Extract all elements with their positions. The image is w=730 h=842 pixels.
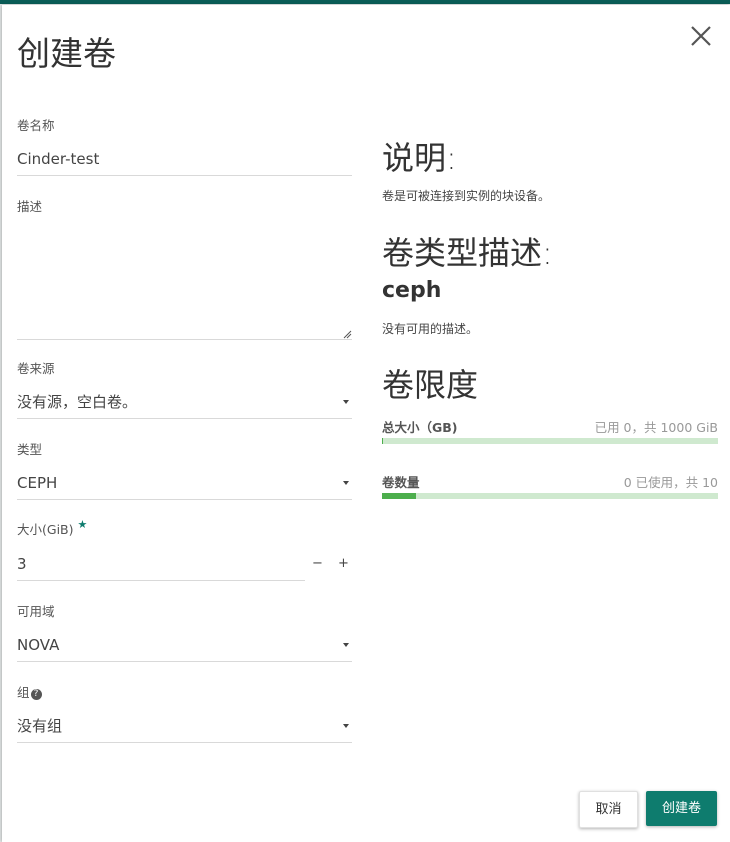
chevron-down-icon	[343, 400, 349, 404]
size-label: 大小(GiB) ★	[17, 518, 88, 538]
chevron-down-icon	[343, 481, 349, 485]
group-select[interactable]: 没有组	[17, 710, 352, 743]
availability-zone-select[interactable]: NOVA	[17, 629, 352, 662]
limits-heading: 卷限度	[382, 366, 479, 404]
size-value: 3	[17, 555, 27, 573]
chevron-down-icon	[343, 724, 349, 728]
chevron-down-icon	[343, 643, 349, 647]
question-circle-icon[interactable]: ?	[30, 689, 42, 700]
volume-count-progress-bar	[382, 493, 718, 499]
size-increment-button[interactable]: +	[338, 556, 349, 571]
volume-count-value: 0 已使用，共 10	[623, 475, 718, 490]
name-label: 卷名称	[17, 118, 55, 133]
source-label: 卷来源	[17, 361, 55, 376]
description-textarea[interactable]	[17, 226, 352, 340]
type-label: 类型	[17, 442, 43, 457]
modal-title: 创建卷	[17, 34, 116, 73]
info-text: 卷是可被连接到实例的块设备。	[382, 189, 551, 203]
group-label: 组?	[17, 682, 42, 701]
source-select[interactable]: 没有源，空白卷。	[17, 386, 352, 419]
source-value: 没有源，空白卷。	[17, 393, 138, 411]
cancel-button[interactable]: 取消	[579, 791, 638, 828]
resize-handle-icon[interactable]	[342, 329, 352, 339]
required-star-icon: ★	[77, 518, 88, 531]
description-label: 描述	[17, 199, 43, 214]
volume-type-heading: 卷类型描述:	[382, 234, 553, 272]
volume-type-name: ceph	[382, 278, 442, 303]
volume-count-label: 卷数量	[382, 475, 420, 490]
availability-zone-label: 可用域	[17, 604, 55, 619]
group-value: 没有组	[17, 717, 63, 735]
total-size-progress-fill	[382, 438, 383, 444]
size-label-text: 大小(GiB)	[17, 522, 74, 537]
total-size-progress-bar	[382, 438, 718, 444]
type-select[interactable]: CEPH	[17, 467, 352, 500]
name-input[interactable]: Cinder-test	[17, 143, 352, 176]
availability-zone-value: NOVA	[17, 636, 60, 654]
close-icon[interactable]	[686, 21, 716, 51]
info-heading: 说明:	[382, 139, 457, 177]
volume-type-text: 没有可用的描述。	[382, 322, 479, 336]
name-value: Cinder-test	[17, 150, 100, 168]
top-bar	[0, 0, 730, 4]
total-size-label: 总大小（GB)	[382, 420, 458, 435]
group-label-text: 组	[17, 685, 30, 700]
size-decrement-button[interactable]: −	[312, 556, 323, 571]
type-value: CEPH	[17, 474, 58, 492]
total-size-value: 已用 0，共 1000 GiB	[594, 420, 718, 435]
size-input[interactable]: 3	[17, 548, 305, 581]
create-volume-modal: 创建卷 卷名称 Cinder-test 描述 卷来源 没有源，空白卷。 类型 C…	[2, 5, 730, 842]
create-volume-button[interactable]: 创建卷	[646, 791, 717, 826]
volume-count-progress-fill	[382, 493, 416, 499]
